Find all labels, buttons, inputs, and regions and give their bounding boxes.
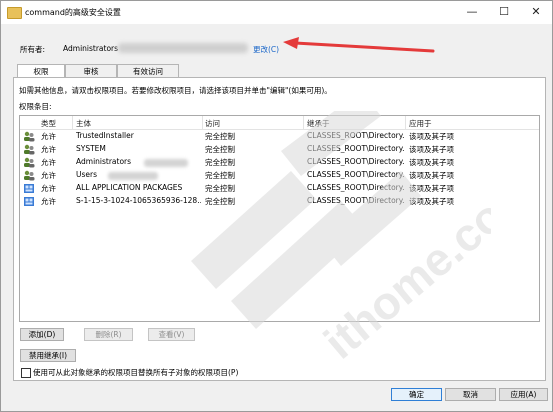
list-header: 类型 主体 访问 继承于 应用于: [20, 116, 539, 130]
entry-inherited-from: CLASSES_ROOT\Directory...: [307, 157, 405, 166]
column-header-applies-to[interactable]: 应用于: [409, 118, 432, 129]
table-row[interactable]: 允许 SYSTEM 完全控制 CLASSES_ROOT\Directory...…: [20, 143, 539, 156]
entry-applies-to: 该项及其子项: [409, 145, 454, 154]
table-row[interactable]: 允许 S-1-15-3-1024-1065365936-128... 完全控制 …: [20, 195, 539, 208]
entry-inherited-from: CLASSES_ROOT\Directory...: [307, 144, 405, 153]
redacted-owner-detail: [118, 43, 248, 53]
column-header-type[interactable]: 类型: [41, 118, 56, 129]
users-icon: [24, 157, 35, 168]
table-row[interactable]: 允许 Users 完全控制 CLASSES_ROOT\Directory... …: [20, 169, 539, 182]
entry-applies-to: 该项及其子项: [409, 158, 454, 167]
entry-access: 完全控制: [205, 158, 235, 167]
close-button[interactable]: ✕: [520, 1, 552, 24]
owner-label: 所有者:: [20, 45, 46, 54]
entry-applies-to: 该项及其子项: [409, 197, 454, 206]
column-header-inherited-from[interactable]: 继承于: [307, 118, 330, 129]
entry-inherited-from: CLASSES_ROOT\Directory...: [307, 170, 405, 179]
entry-access: 完全控制: [205, 145, 235, 154]
title-bar: command的高级安全设置 — ☐ ✕: [1, 1, 552, 24]
redacted-text: [144, 159, 188, 167]
entry-principal: S-1-15-3-1024-1065365936-128...: [76, 196, 201, 205]
entry-access: 完全控制: [205, 197, 235, 206]
owner-name: Administrators: [63, 44, 119, 53]
entry-inherited-from: CLASSES_ROOT\Directory...: [307, 183, 405, 192]
users-icon: [24, 170, 35, 181]
users-icon: [24, 144, 35, 155]
entry-applies-to: 该项及其子项: [409, 132, 454, 141]
view-button[interactable]: 查看(V): [148, 328, 195, 341]
entry-type: 允许: [41, 158, 56, 167]
remove-button[interactable]: 删除(R): [84, 328, 133, 341]
users-icon: [24, 131, 35, 142]
redacted-text: [108, 172, 158, 180]
permission-entries-list[interactable]: 类型 主体 访问 继承于 应用于 允许 TrustedInstaller 完全控…: [19, 115, 540, 322]
entry-type: 允许: [41, 145, 56, 154]
window-title: command的高级安全设置: [25, 8, 121, 17]
entry-inherited-from: CLASSES_ROOT\Directory...: [307, 131, 405, 140]
package-icon: [24, 197, 34, 206]
column-header-access[interactable]: 访问: [205, 118, 220, 129]
entry-inherited-from: CLASSES_ROOT\Directory...: [307, 196, 405, 205]
tab-auditing[interactable]: 审核: [65, 64, 117, 78]
entry-access: 完全控制: [205, 171, 235, 180]
cancel-button[interactable]: 取消: [445, 388, 496, 401]
column-header-principal[interactable]: 主体: [76, 118, 91, 129]
minimize-button[interactable]: —: [456, 1, 488, 24]
disable-inheritance-button[interactable]: 禁用继承(I): [20, 349, 76, 362]
advanced-security-dialog: command的高级安全设置 — ☐ ✕ 所有者: Administrators…: [0, 0, 553, 412]
package-icon: [24, 184, 34, 193]
annotation-arrow: [283, 37, 435, 53]
entry-principal: ALL APPLICATION PACKAGES: [76, 183, 183, 192]
info-text: 如需其他信息，请双击权限项目。若要修改权限项目，请选择该项目并单击"编辑"(如果…: [19, 86, 332, 95]
table-row[interactable]: 允许 Administrators 完全控制 CLASSES_ROOT\Dire…: [20, 156, 539, 169]
table-row[interactable]: 允许 ALL APPLICATION PACKAGES 完全控制 CLASSES…: [20, 182, 539, 195]
replace-child-permissions-label[interactable]: 使用可从此对象继承的权限项目替换所有子对象的权限项目(P): [33, 367, 238, 378]
change-owner-link[interactable]: 更改(C): [253, 44, 279, 55]
entry-access: 完全控制: [205, 184, 235, 193]
entry-type: 允许: [41, 197, 56, 206]
entry-type: 允许: [41, 171, 56, 180]
entry-access: 完全控制: [205, 132, 235, 141]
table-row[interactable]: 允许 TrustedInstaller 完全控制 CLASSES_ROOT\Di…: [20, 130, 539, 143]
tab-effective-access[interactable]: 有效访问: [117, 64, 179, 78]
folder-icon: [7, 7, 22, 19]
entry-applies-to: 该项及其子项: [409, 184, 454, 193]
replace-child-permissions-checkbox[interactable]: [21, 368, 31, 378]
entry-principal: TrustedInstaller: [76, 131, 134, 140]
maximize-button[interactable]: ☐: [488, 1, 520, 24]
entry-applies-to: 该项及其子项: [409, 171, 454, 180]
entry-principal: SYSTEM: [76, 144, 106, 153]
entries-label: 权限条目:: [19, 102, 52, 111]
permissions-panel: 如需其他信息，请双击权限项目。若要修改权限项目，请选择该项目并单击"编辑"(如果…: [13, 77, 546, 381]
add-button[interactable]: 添加(D): [20, 328, 64, 341]
entry-type: 允许: [41, 184, 56, 193]
ok-button[interactable]: 确定: [391, 388, 442, 401]
entry-type: 允许: [41, 132, 56, 141]
apply-button[interactable]: 应用(A): [499, 388, 548, 401]
